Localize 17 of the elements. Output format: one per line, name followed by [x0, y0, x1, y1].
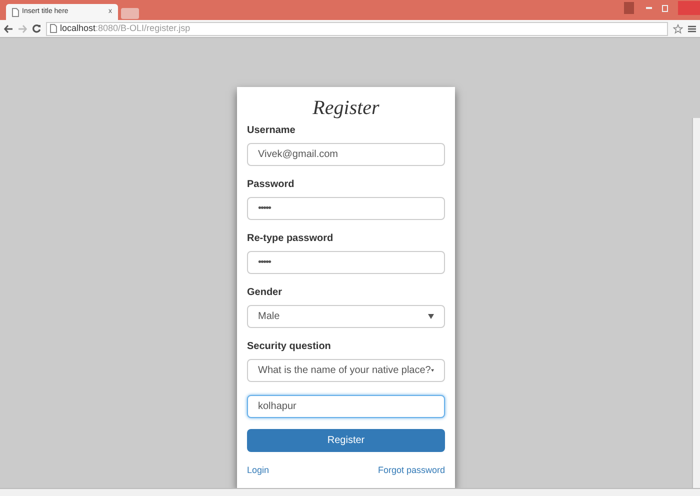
address-field[interactable]: localhost:8080/B-OLI/register.jsp — [46, 22, 668, 36]
password-field[interactable]: ••••• — [247, 197, 445, 220]
select-field[interactable]: What is the name of your native place? — [247, 359, 445, 382]
field-label: Re-type password — [247, 233, 334, 245]
link[interactable]: Login — [247, 464, 270, 478]
input-field[interactable]: Vivek@gmail.com — [247, 143, 445, 166]
form-title: Register — [312, 96, 380, 121]
url-text: localhost:8080/B-OLI/register.jsp — [60, 22, 190, 35]
link[interactable]: Forgot password — [378, 464, 445, 478]
select-field[interactable]: Male — [247, 305, 445, 328]
password-field[interactable]: ••••• — [247, 251, 445, 274]
register-button[interactable]: Register — [247, 429, 445, 452]
input-field[interactable]: kolhapur — [247, 395, 445, 418]
field-label: Username — [247, 125, 296, 137]
field-label: Password — [247, 179, 296, 191]
field-label: Gender — [247, 287, 284, 299]
field-label: Security question — [247, 341, 332, 353]
